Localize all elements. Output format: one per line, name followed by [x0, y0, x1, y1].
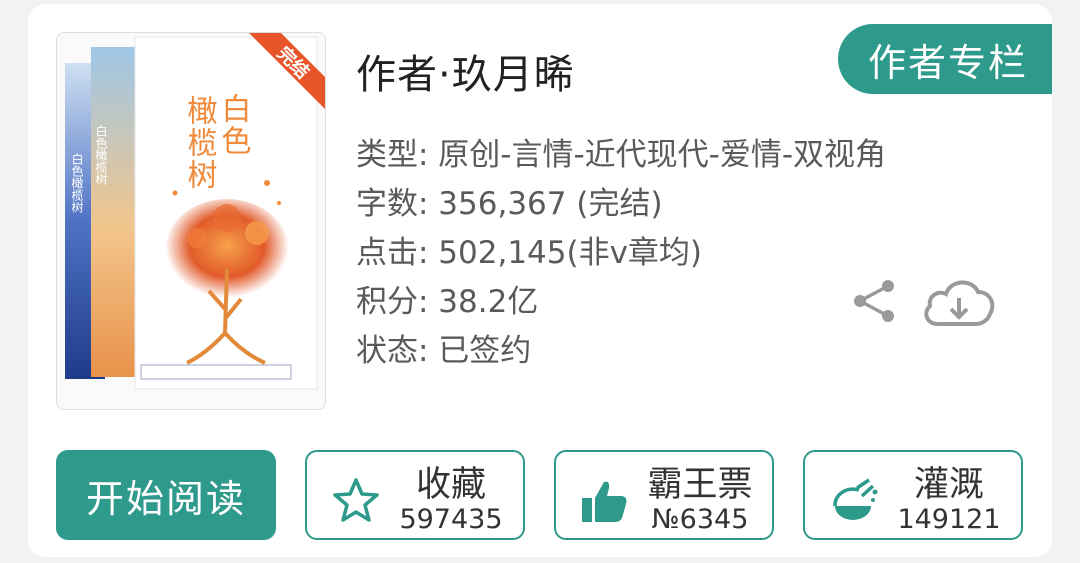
vote-label: 霸王票: [647, 465, 753, 505]
author-column-button[interactable]: 作者专栏: [838, 24, 1052, 94]
cloud-download-icon[interactable]: [920, 272, 998, 332]
book-meta: 类型: 原创-言情-近代现代-爱情-双视角 字数: 356,367 (完结) 点…: [356, 132, 886, 377]
star-icon: [333, 478, 379, 522]
thumbs-up-icon: [582, 481, 627, 522]
share-icon[interactable]: [852, 278, 898, 324]
svg-text:橄榄树: 橄榄树: [182, 95, 218, 191]
nutrient-count: 149121: [897, 504, 1001, 535]
favorite-label: 收藏: [415, 465, 486, 505]
author-title: 作者·玖月晞: [356, 52, 575, 98]
nutrient-label: 灌溉: [913, 465, 984, 505]
svg-text:白色橄榄树: 白色橄榄树: [94, 124, 108, 185]
nutrient-button[interactable]: 灌溉 149121: [803, 450, 1023, 540]
genre-row: 类型: 原创-言情-近代现代-爱情-双视角: [356, 137, 887, 173]
favorite-button[interactable]: 收藏 597435: [305, 450, 525, 540]
clicks-row: 点击: 502,145(非v章均): [356, 235, 703, 271]
word-count-row: 字数: 356,367 (完结): [356, 186, 663, 222]
start-reading-button[interactable]: 开始阅读: [56, 450, 276, 540]
vote-button[interactable]: 霸王票 №6345: [554, 450, 774, 540]
favorite-count: 597435: [399, 504, 503, 535]
watering-flask-icon: [833, 478, 878, 520]
book-cover[interactable]: 白色橄榄树 白色橄榄树 白色 橄榄树 完结: [56, 32, 326, 410]
svg-text:白色: 白色: [216, 93, 251, 157]
vote-count: №6345: [651, 504, 749, 535]
svg-text:白色橄榄树: 白色橄榄树: [70, 152, 84, 213]
score-row: 积分: 38.2亿: [356, 284, 539, 320]
status-row: 状态: 已签约: [356, 333, 532, 369]
